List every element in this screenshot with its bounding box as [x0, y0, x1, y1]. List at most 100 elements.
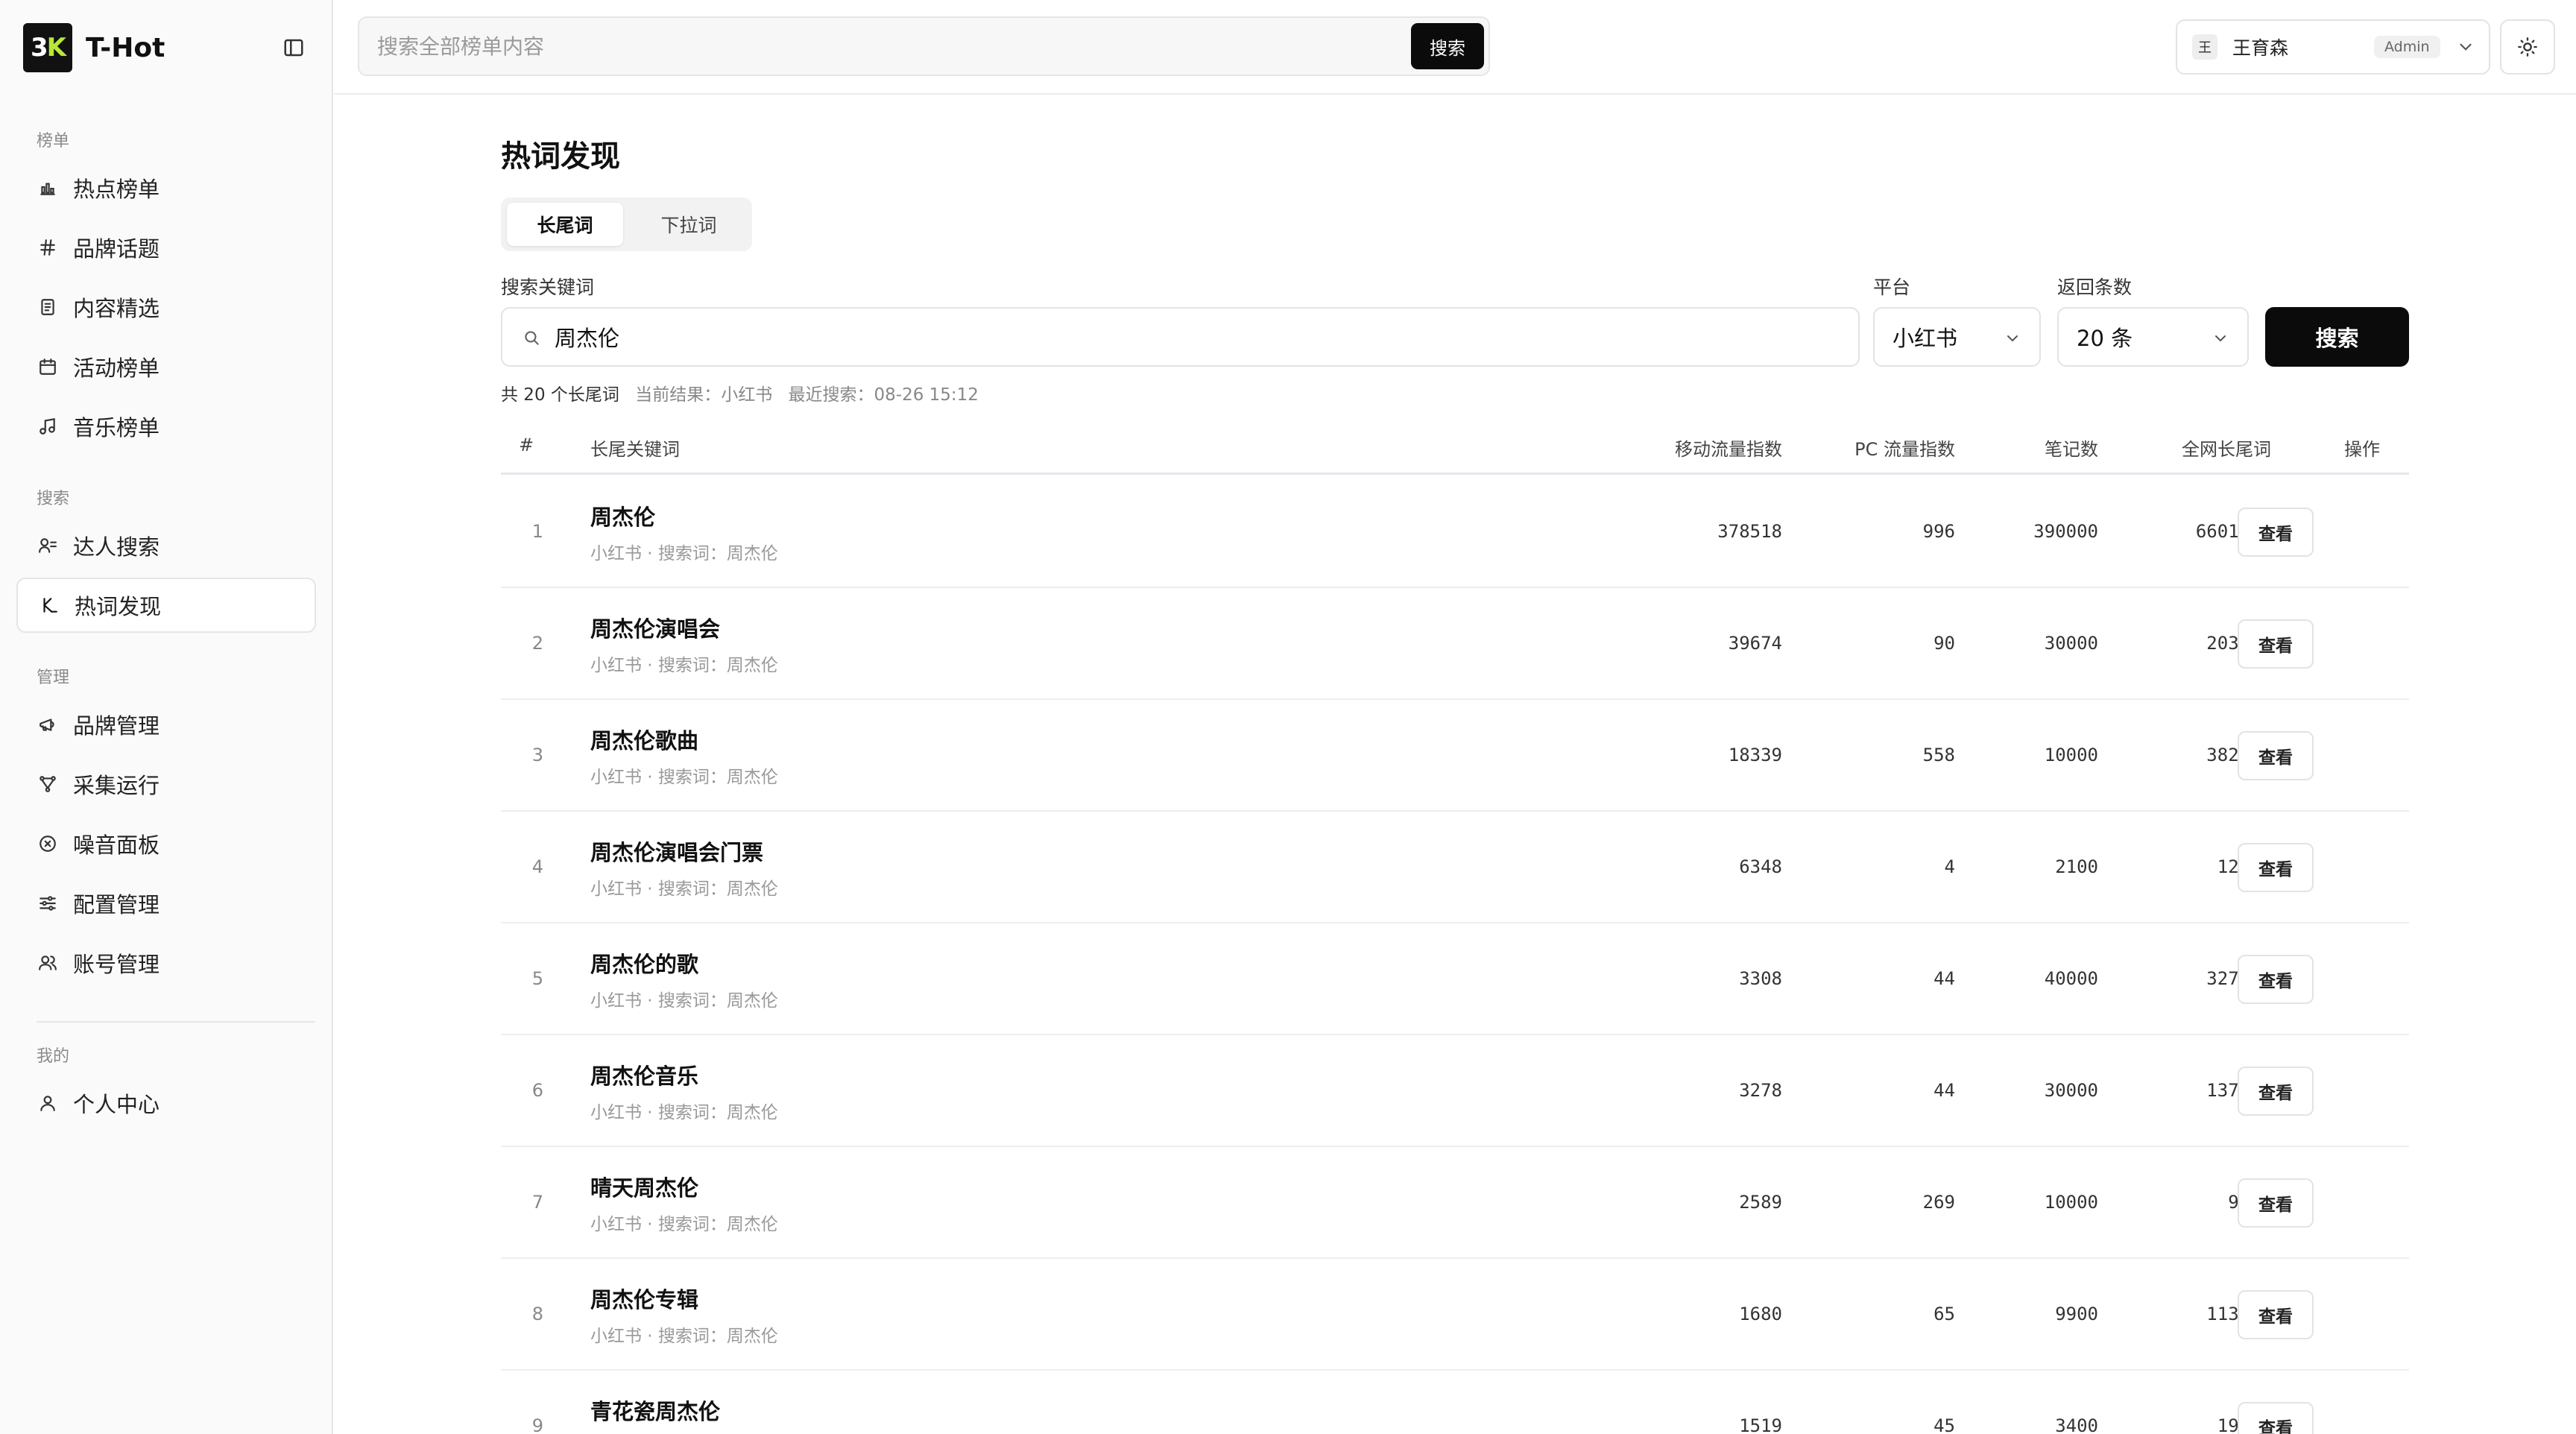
sidebar-item-content-picks[interactable]: 内容精选 — [16, 279, 316, 335]
tab-list: 长尾词 下拉词 — [501, 198, 752, 251]
table-row: 1 周杰伦 小红书 · 搜索词：周杰伦 378518 996 390000 6601989 查… — [501, 476, 2409, 588]
user-menu[interactable]: 王 王育森 Admin — [2176, 19, 2490, 75]
app-name: T-Hot — [86, 32, 165, 63]
nav-section-label: 搜索 — [37, 490, 70, 508]
sun-icon — [2518, 37, 2537, 57]
view-button[interactable]: 查看 — [2238, 1067, 2314, 1116]
row-mobile-index: 1519 — [1739, 1415, 1782, 1434]
keyword-input[interactable] — [555, 309, 1822, 365]
keyword-label: 搜索关键词 — [501, 277, 595, 298]
row-notes: 40000 — [2044, 968, 2098, 989]
row-index: 6 — [531, 1080, 543, 1101]
workflow-icon — [40, 776, 56, 792]
row-meta: 小红书 · 搜索词：周杰伦 — [590, 768, 778, 787]
app-root: 3K T-Hot 榜单 热点榜单 品牌话题 内容精选 活动榜单 音乐榜单 搜索 — [0, 0, 2576, 1434]
col-pc-index: PC 流量指数 — [1854, 439, 1955, 460]
page-title: 热词发现 — [501, 139, 620, 174]
users-icon — [39, 956, 57, 970]
chevron-down-icon — [2007, 335, 2018, 342]
platform-select[interactable]: 小红书 — [1873, 307, 2041, 367]
table-row: 9青花瓷周杰伦小红书 · 搜索词：周杰伦151945340019136查看 — [501, 1371, 2409, 1434]
row-keyword: 青花瓷周杰伦 — [590, 1399, 721, 1424]
sidebar: 3K T-Hot 榜单 热点榜单 品牌话题 内容精选 活动榜单 音乐榜单 搜索 — [0, 0, 333, 1434]
sidebar-item-collection-runs[interactable]: 采集运行 — [16, 757, 316, 812]
sidebar-item-config-management[interactable]: 配置管理 — [16, 876, 316, 931]
sidebar-item-event-list[interactable]: 活动榜单 — [16, 339, 316, 394]
avatar: 王 — [2192, 34, 2217, 60]
sidebar-item-profile[interactable]: 个人中心 — [16, 1076, 316, 1131]
row-notes: 10000 — [2044, 1192, 2098, 1213]
brand[interactable]: 3K T-Hot — [23, 23, 165, 72]
global-search: 搜索 — [358, 16, 1490, 76]
circle-x-icon — [40, 836, 56, 852]
sidebar-item-music-list[interactable]: 音乐榜单 — [16, 399, 316, 454]
nav-section-label: 我的 — [37, 1047, 70, 1066]
sidebar-divider — [37, 1021, 315, 1023]
sidebar-item-brand-topics[interactable]: 品牌话题 — [16, 220, 316, 275]
row-index: 3 — [531, 745, 543, 765]
row-pc-index: 44 — [1933, 1080, 1955, 1101]
sidebar-item-hot-list[interactable]: 热点榜单 — [16, 160, 316, 215]
sidebar-item-label: 噪音面板 — [73, 833, 160, 858]
row-mobile-index: 6348 — [1739, 856, 1782, 877]
sidebar-item-label: 配置管理 — [73, 892, 160, 917]
row-meta: 小红书 · 搜索词：周杰伦 — [590, 656, 778, 675]
row-mobile-index: 378518 — [1717, 521, 1782, 542]
row-meta: 小红书 · 搜索词：周杰伦 — [590, 1103, 778, 1122]
col-notes: 笔记数 — [2045, 439, 2098, 460]
main-content: 热词发现 长尾词 下拉词 搜索关键词 平台 返回条数 小红书 20 条 搜索 共… — [335, 96, 2576, 1434]
row-keyword: 周杰伦的歌 — [590, 952, 699, 977]
row-meta: 小红书 · 搜索词：周杰伦 — [590, 544, 778, 563]
table-row: 5周杰伦的歌小红书 · 搜索词：周杰伦33084440000327600查看 — [501, 923, 2409, 1035]
row-meta: 小红书 · 搜索词：周杰伦 — [590, 1215, 778, 1234]
global-search-button[interactable]: 搜索 — [1411, 23, 1484, 69]
view-button[interactable]: 查看 — [2238, 1402, 2314, 1434]
view-button[interactable]: 查看 — [2238, 843, 2314, 892]
nav-section-label: 榜单 — [37, 132, 70, 151]
sidebar-item-account-management[interactable]: 账号管理 — [16, 935, 316, 991]
view-button[interactable]: 查看 — [2238, 731, 2314, 780]
tab-long-tail[interactable]: 长尾词 — [507, 203, 623, 246]
view-button[interactable]: 查看 — [2238, 619, 2314, 669]
global-search-input[interactable] — [377, 18, 1383, 75]
user-name: 王育森 — [2232, 37, 2289, 59]
col-index: # — [519, 435, 534, 455]
row-pc-index: 558 — [1922, 745, 1955, 765]
sidebar-item-label: 品牌话题 — [73, 236, 160, 262]
document-icon — [41, 299, 54, 315]
hash-icon — [40, 239, 55, 256]
col-keyword: 长尾关键词 — [590, 439, 680, 460]
row-pc-index: 44 — [1933, 968, 1955, 989]
sidebar-item-label: 热词发现 — [75, 594, 162, 619]
sidebar-item-creator-search[interactable]: 达人搜索 — [16, 518, 316, 573]
sidebar-item-noise-panel[interactable]: 噪音面板 — [16, 816, 316, 871]
row-notes: 30000 — [2044, 1080, 2098, 1101]
sliders-icon — [40, 896, 56, 911]
row-keyword: 周杰伦演唱会门票 — [590, 840, 764, 865]
result-summary: 共 20 个长尾词 当前结果：小红书 最近搜索：08-26 15:12 — [501, 380, 989, 405]
topbar: 搜索 王 王育森 Admin — [335, 0, 2576, 95]
sidebar-item-label: 内容精选 — [73, 296, 160, 321]
col-total-long-tail: 全网长尾词 — [2182, 439, 2271, 460]
sidebar-item-label: 音乐榜单 — [73, 415, 160, 440]
row-mobile-index: 18339 — [1728, 745, 1782, 765]
sidebar-item-label: 采集运行 — [73, 773, 160, 798]
sidebar-item-brand-management[interactable]: 品牌管理 — [16, 697, 316, 752]
keyword-icon — [43, 598, 57, 613]
calendar-icon — [40, 358, 56, 375]
sidebar-toggle-button[interactable] — [279, 33, 309, 63]
view-button[interactable]: 查看 — [2238, 1290, 2314, 1339]
view-button[interactable]: 查看 — [2238, 955, 2314, 1004]
sidebar-item-label: 个人中心 — [73, 1092, 160, 1117]
view-button[interactable]: 查看 — [2238, 1178, 2314, 1228]
table-row: 7晴天周杰伦小红书 · 搜索词：周杰伦2589269100009951查看 — [501, 1147, 2409, 1259]
user-icon — [40, 1096, 55, 1111]
theme-toggle-button[interactable] — [2500, 19, 2555, 75]
search-button[interactable]: 搜索 — [2265, 307, 2409, 367]
col-action: 操作 — [2344, 439, 2380, 460]
tab-dropdown[interactable]: 下拉词 — [631, 203, 747, 246]
table-row: 6周杰伦音乐小红书 · 搜索词：周杰伦32784430000137597查看 — [501, 1035, 2409, 1147]
view-button[interactable]: 查看 — [2238, 508, 2314, 557]
count-select[interactable]: 20 条 — [2057, 307, 2249, 367]
sidebar-item-keyword-discovery[interactable]: 热词发现 — [16, 578, 316, 633]
